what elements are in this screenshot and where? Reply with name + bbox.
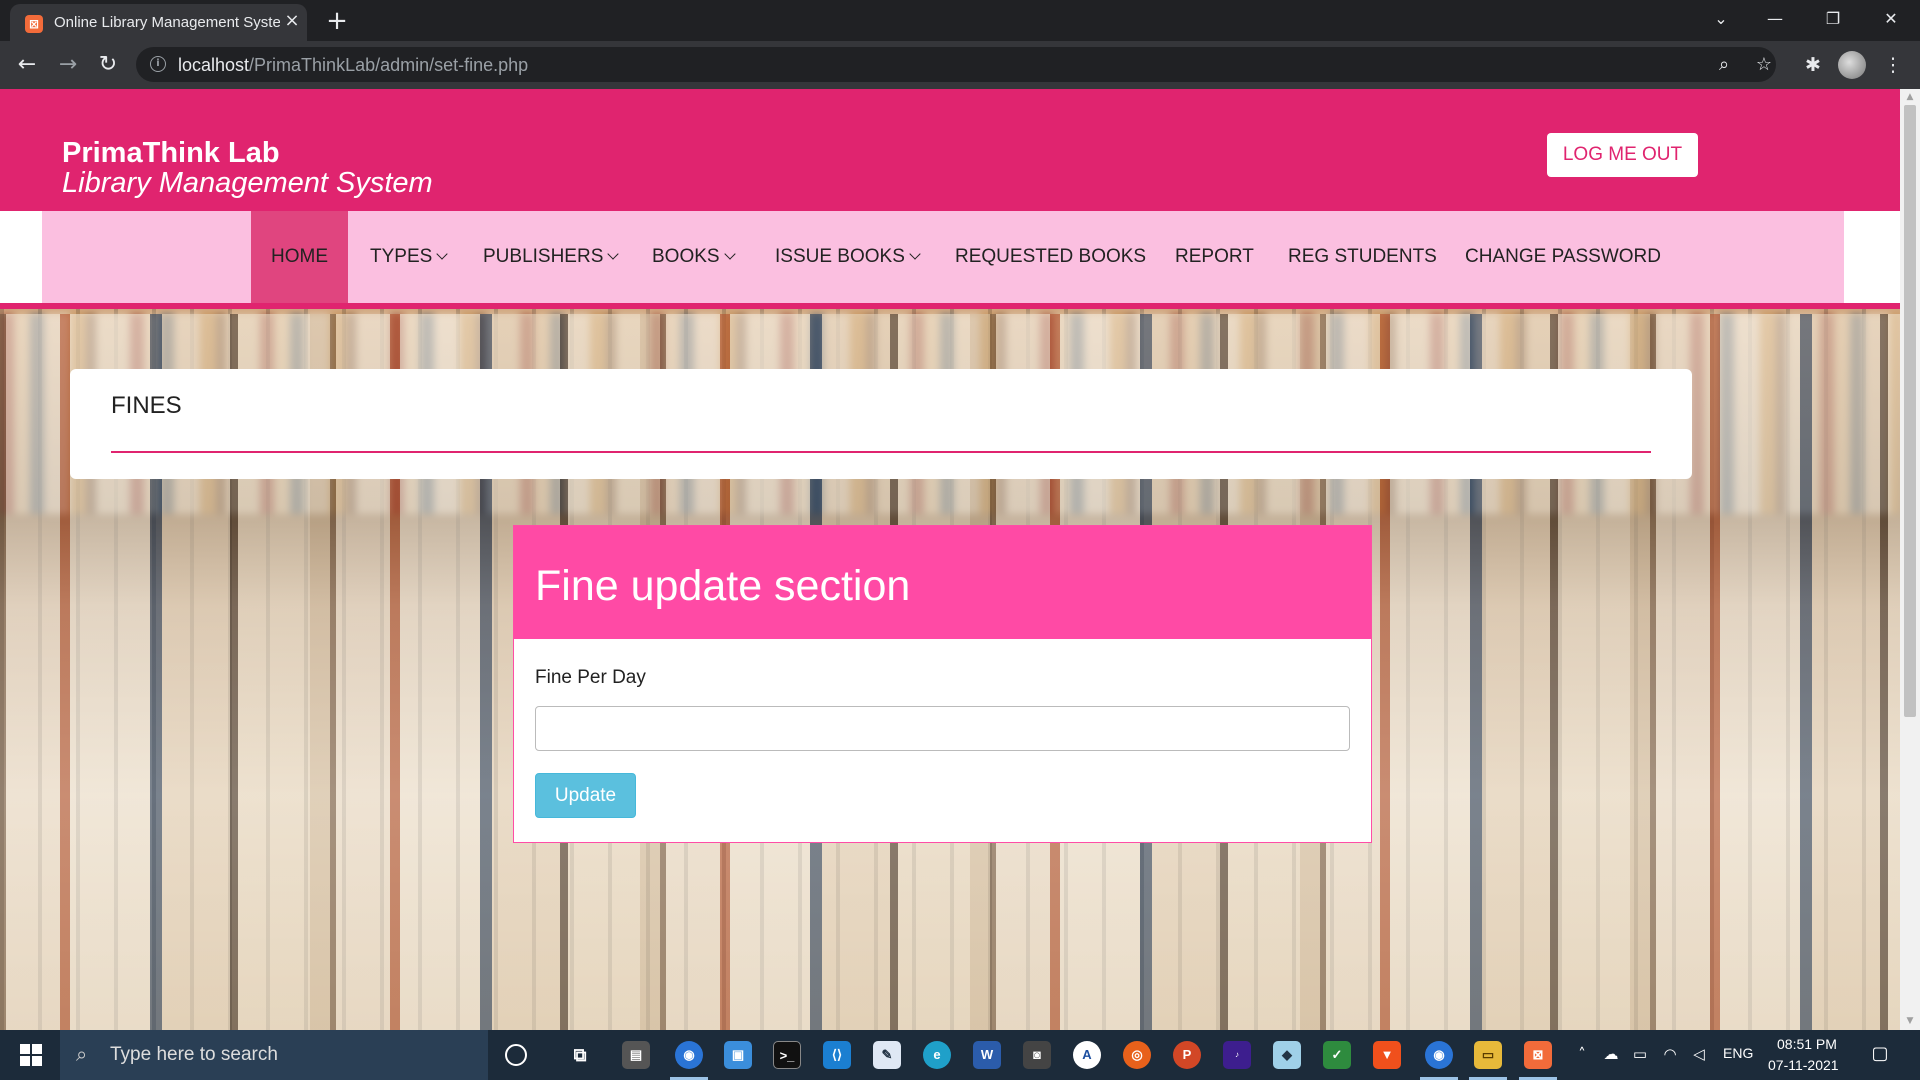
xampp-taskbar-icon[interactable]: ⊠ xyxy=(1519,1041,1557,1080)
nav-item-label: HOME xyxy=(271,246,328,267)
fine-per-day-input[interactable] xyxy=(535,706,1350,751)
language-indicator[interactable]: ENG xyxy=(1723,1045,1753,1061)
main-nav: HOME TYPES PUBLISHERS BOOKS ISSUE BOOKS … xyxy=(0,211,1900,309)
forward-icon[interactable]: → xyxy=(53,51,83,81)
panel-header: Fine update section xyxy=(514,526,1371,639)
address-url: localhost/PrimaThinkLab/admin/set-fine.p… xyxy=(178,55,529,75)
firefox-icon[interactable]: ◎ xyxy=(1123,1041,1151,1069)
chevron-down-icon xyxy=(436,248,448,260)
word-icon[interactable]: W xyxy=(973,1041,1001,1069)
tab-close-icon[interactable]: × xyxy=(282,11,302,31)
fine-update-panel: Fine update section Fine Per Day Update xyxy=(513,525,1372,843)
wifi-icon[interactable]: ◠ xyxy=(1660,1044,1680,1064)
nav-item-report[interactable]: REPORT xyxy=(1155,211,1274,303)
brand-name: PrimaThink Lab xyxy=(62,137,280,169)
chrome-icon[interactable]: ◉ xyxy=(670,1041,708,1080)
extensions-icon[interactable]: ✱ xyxy=(1800,52,1826,78)
minimize-icon[interactable]: — xyxy=(1748,0,1802,41)
clock-time[interactable]: 08:51 PM xyxy=(1777,1036,1837,1052)
nav-item-label: REPORT xyxy=(1175,246,1254,267)
volume-icon[interactable]: ◁ xyxy=(1689,1044,1709,1064)
file-explorer-icon[interactable]: ▭ xyxy=(1469,1041,1507,1080)
fine-per-day-label: Fine Per Day xyxy=(535,667,646,688)
back-icon[interactable]: ← xyxy=(12,51,42,81)
windows-start-icon[interactable] xyxy=(0,1030,60,1080)
nav-item-issue-books[interactable]: ISSUE BOOKS xyxy=(755,211,939,303)
tab-title: Online Library Management System xyxy=(54,14,280,31)
chrome-profile-icon[interactable]: ◉ xyxy=(1420,1041,1458,1080)
notifications-icon[interactable]: ▢ xyxy=(1870,1044,1890,1064)
notepad-icon[interactable]: ✎ xyxy=(873,1041,901,1069)
clock-date[interactable]: 07-11-2021 xyxy=(1768,1057,1839,1073)
page-title: FINES xyxy=(111,392,182,419)
reload-icon[interactable]: ↻ xyxy=(93,51,123,81)
nav-item-types[interactable]: TYPES xyxy=(350,211,466,303)
close-window-icon[interactable]: ✕ xyxy=(1864,0,1918,41)
camera-icon[interactable]: ◙ xyxy=(1023,1041,1051,1069)
nav-item-publishers[interactable]: PUBLISHERS xyxy=(463,211,637,303)
windows-taskbar: ⌕ Type here to search ⧉ ▤ ◉ ▣ >_ ⟨⟩ ✎ e … xyxy=(0,1030,1920,1080)
nav-item-label: BOOKS xyxy=(652,246,720,267)
nav-item-change-password[interactable]: CHANGE PASSWORD xyxy=(1445,211,1681,303)
chevron-down-icon xyxy=(909,248,921,260)
nav-menu: HOME TYPES PUBLISHERS BOOKS ISSUE BOOKS … xyxy=(42,211,1844,303)
amazon-music-icon[interactable]: ♪ xyxy=(1223,1041,1251,1069)
address-bar[interactable]: i localhost/PrimaThinkLab/admin/set-fine… xyxy=(136,47,1776,82)
vscode-icon[interactable]: ⟨⟩ xyxy=(823,1041,851,1069)
search-icon: ⌕ xyxy=(76,1042,88,1066)
tray-chevron-icon[interactable]: ˄ xyxy=(1572,1044,1592,1064)
browser-menu-icon[interactable]: ⋮ xyxy=(1880,52,1906,78)
battery-icon[interactable]: ▭ xyxy=(1630,1044,1650,1064)
title-divider xyxy=(111,451,1651,453)
page-viewport: PrimaThink Lab Library Management System… xyxy=(0,89,1900,1030)
update-button[interactable]: Update xyxy=(535,773,636,818)
nav-item-reg-students[interactable]: REG STUDENTS xyxy=(1268,211,1457,303)
chevron-down-icon xyxy=(607,248,620,260)
taskbar-search[interactable]: ⌕ Type here to search xyxy=(60,1030,488,1080)
xampp-icon: ⊠ xyxy=(25,15,43,33)
profile-avatar[interactable] xyxy=(1838,51,1866,79)
panel-title: Fine update section xyxy=(535,562,911,610)
browser-tab[interactable]: ⊠ Online Library Management System × xyxy=(10,4,307,41)
tab-search-icon[interactable]: ⌄ xyxy=(1694,0,1748,41)
scroll-up-icon[interactable]: ▲ xyxy=(1904,91,1916,103)
chevron-down-icon xyxy=(723,248,736,260)
cortana-icon[interactable] xyxy=(505,1044,527,1066)
app-circle-icon[interactable]: A xyxy=(1073,1041,1101,1069)
restore-icon[interactable]: ❐ xyxy=(1806,0,1860,41)
nav-item-books[interactable]: BOOKS xyxy=(632,211,754,303)
fines-header-card: FINES xyxy=(70,369,1692,479)
nav-item-requested-books[interactable]: REQUESTED BOOKS xyxy=(935,211,1166,303)
bookmark-star-icon[interactable]: ☆ xyxy=(1753,54,1775,76)
task-view-icon[interactable]: ⧉ xyxy=(566,1041,594,1069)
sticky-app-icon[interactable]: ◆ xyxy=(1273,1041,1301,1069)
scroll-down-icon[interactable]: ▼ xyxy=(1904,1015,1916,1027)
terminal-icon[interactable]: >_ xyxy=(773,1041,801,1069)
brand-subtitle: Library Management System xyxy=(62,167,433,199)
taskbar-search-placeholder: Type here to search xyxy=(110,1044,278,1065)
sql-app-icon[interactable]: ▤ xyxy=(622,1041,650,1069)
browser-toolbar: ← → ↻ i localhost/PrimaThinkLab/admin/se… xyxy=(0,41,1920,89)
zoom-icon[interactable]: ⌕ xyxy=(1713,54,1735,76)
nav-item-label: TYPES xyxy=(370,246,433,267)
onedrive-icon[interactable]: ☁ xyxy=(1601,1044,1621,1064)
site-info-icon[interactable]: i xyxy=(150,56,166,72)
nav-item-label: REG STUDENTS xyxy=(1288,246,1437,267)
sheets-app-icon[interactable]: ✓ xyxy=(1323,1041,1351,1069)
edge-icon[interactable]: e xyxy=(923,1041,951,1069)
nav-item-label: REQUESTED BOOKS xyxy=(955,246,1147,267)
powerpoint-icon[interactable]: P xyxy=(1173,1041,1201,1069)
nav-item-label: CHANGE PASSWORD xyxy=(1465,246,1662,267)
nav-item-label: PUBLISHERS xyxy=(483,246,604,267)
remote-desktop-icon[interactable]: ▣ xyxy=(724,1041,752,1069)
site-header: PrimaThink Lab Library Management System… xyxy=(0,89,1900,211)
nav-item-home[interactable]: HOME xyxy=(251,211,348,303)
brave-icon[interactable]: ▼ xyxy=(1373,1041,1401,1069)
logout-button[interactable]: LOG ME OUT xyxy=(1547,133,1698,177)
browser-tab-bar: ⊠ Online Library Management System × + ⌄… xyxy=(0,0,1920,41)
nav-item-label: ISSUE BOOKS xyxy=(775,246,905,267)
scroll-thumb[interactable] xyxy=(1904,105,1916,717)
page-scrollbar[interactable]: ▲ ▼ xyxy=(1900,89,1920,1030)
new-tab-icon[interactable]: + xyxy=(321,7,353,35)
